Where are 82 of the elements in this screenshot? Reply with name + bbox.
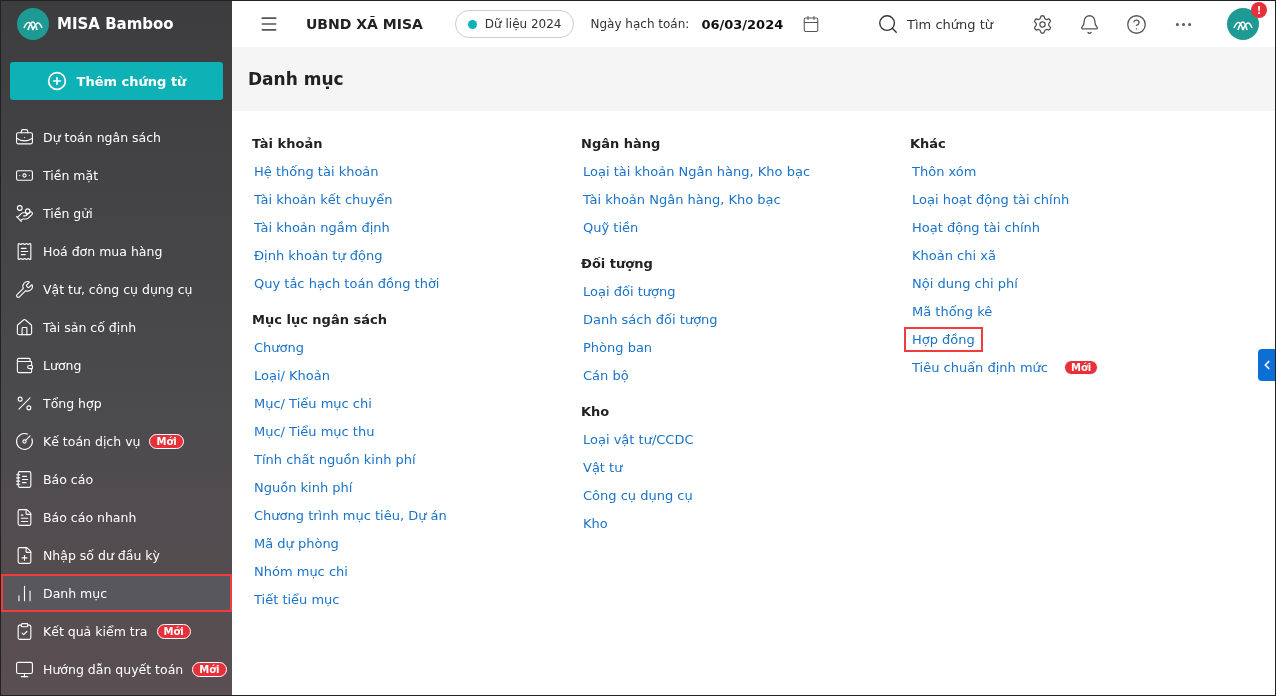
catalog-link[interactable]: Chương [246, 334, 312, 360]
catalog-link[interactable]: Thôn xóm [904, 158, 985, 184]
catalog-link[interactable]: Công cụ dụng cụ [575, 482, 701, 508]
page-title: Danh mục [248, 69, 344, 89]
catalog-link[interactable]: Mã dự phòng [246, 530, 347, 556]
catalog-link[interactable]: Tiết tiểu mục [246, 586, 348, 612]
sidebar-item-label: Dự toán ngân sách [43, 129, 161, 145]
catalog-link[interactable]: Loại/ Khoản [246, 362, 338, 388]
group-title: Đối tượng [581, 254, 654, 273]
sidebar-item[interactable]: Tài sản cố định [1, 308, 232, 346]
sidebar-item[interactable]: Hoá đơn mua hàng [1, 232, 232, 270]
sidebar-item[interactable]: Tiền mặt [1, 156, 232, 194]
catalog-link[interactable]: Loại hoạt động tài chính [904, 186, 1078, 212]
catalog-link[interactable]: Phòng ban [575, 334, 661, 360]
catalog-link[interactable]: Nhóm mục chi [246, 558, 356, 584]
catalog-link[interactable]: Vật tư [575, 454, 631, 480]
catalog-link[interactable]: Chương trình mục tiêu, Dự án [246, 502, 455, 528]
catalog-link[interactable]: Hoạt động tài chính [904, 214, 1049, 240]
posting-date: 06/03/2024 [701, 16, 784, 32]
catalog-link[interactable]: Nội dung chi phí [904, 270, 1026, 296]
catalog-link[interactable]: Danh sách đối tượng [575, 306, 726, 332]
catalog-link[interactable]: Mục/ Tiểu mục chi [246, 390, 380, 416]
sidebar-item[interactable]: Tiền gửi [1, 194, 232, 232]
sidebar-item[interactable]: Kết quả kiểm tra Mới [1, 612, 232, 650]
sidebar-item[interactable]: Lương [1, 346, 232, 384]
sidebar-item[interactable]: Nhập số dư đầu kỳ [1, 536, 232, 574]
group-title: Kho [581, 402, 611, 421]
search-voucher-button[interactable]: Tìm chứng từ [877, 13, 993, 35]
sidebar-item[interactable]: Dự toán ngân sách [1, 118, 232, 156]
catalog-link[interactable]: Loại đối tượng [575, 278, 684, 304]
sidebar-item[interactable]: Báo cáo nhanh [1, 498, 232, 536]
catalog-link[interactable]: Khoản chi xã [904, 242, 1004, 268]
sidebar-item-label: Danh mục [43, 585, 108, 601]
sidebar-item-label: Tiền gửi [43, 205, 93, 221]
sidebar-item-label: Hoá đơn mua hàng [43, 243, 163, 259]
sidebar-item-label: Kết quả kiểm tra [43, 623, 148, 639]
sidebar-item[interactable]: Báo cáo [1, 460, 232, 498]
sidebar-item-label: Vật tư, công cụ dụng cụ [43, 281, 193, 297]
new-badge: Mới [192, 661, 227, 677]
alert-badge: ! [1251, 2, 1267, 18]
catalog-link[interactable]: Hệ thống tài khoản [246, 158, 387, 184]
catalog-link[interactable]: Định khoản tự động [246, 242, 391, 268]
group-title: Khác [910, 134, 947, 153]
sidebar-item-label: Kế toán dịch vụ [43, 433, 141, 449]
sidebar-item-label: Hướng dẫn quyết toán [43, 661, 184, 677]
new-badge: Mới [149, 433, 184, 449]
sidebar-item-label: Tổng hợp [43, 395, 102, 411]
catalog-link[interactable]: Quỹ tiền [575, 214, 647, 240]
date-label: Ngày hạch toán: [590, 17, 690, 31]
add-voucher-button[interactable]: Thêm chứng từ [10, 62, 223, 100]
sidebar-item-label: Báo cáo nhanh [43, 509, 137, 525]
catalog-link[interactable]: Tính chất nguồn kinh phí [246, 446, 424, 472]
sidebar-item-label: Báo cáo [43, 471, 94, 487]
catalog-link[interactable]: Mục/ Tiểu mục thu [246, 418, 383, 444]
sidebar-item[interactable]: Kế toán dịch vụ Mới [1, 422, 232, 460]
sidebar-item-label: Nhập số dư đầu kỳ [43, 547, 160, 563]
catalog-link[interactable]: Hợp đồng [904, 326, 983, 352]
catalog-link[interactable]: Nguồn kinh phí [246, 474, 361, 500]
catalog-link[interactable]: Tiêu chuẩn định mức [904, 354, 1056, 380]
sidebar-item-label: Tiền mặt [43, 167, 99, 183]
group-title: Tài khoản [252, 134, 324, 153]
catalog-link[interactable]: Loại tài khoản Ngân hàng, Kho bạc [575, 158, 819, 184]
sidebar-item[interactable]: Vật tư, công cụ dụng cụ [1, 270, 232, 308]
sidebar-item[interactable]: Hướng dẫn quyết toán Mới [1, 650, 232, 688]
sidebar-item-label: Tài sản cố định [43, 319, 137, 335]
catalog-link[interactable]: Tài khoản Ngân hàng, Kho bạc [575, 186, 789, 212]
catalog-link[interactable]: Cán bộ [575, 362, 637, 388]
catalog-link[interactable]: Tài khoản kết chuyển [246, 186, 401, 212]
sidebar-item[interactable]: Danh mục [1, 574, 232, 612]
new-badge: Mới [156, 623, 191, 639]
sidebar-item[interactable]: Tổng hợp [1, 384, 232, 422]
group-title: Mục lục ngân sách [252, 310, 388, 329]
catalog-link[interactable]: Loại vật tư/CCDC [575, 426, 702, 452]
brand-name: MISA Bamboo [57, 15, 174, 33]
catalog-link[interactable]: Mã thống kê [904, 298, 1001, 324]
sidebar-item-label: Lương [43, 357, 82, 373]
catalog-link[interactable]: Tài khoản ngầm định [246, 214, 398, 240]
catalog-link[interactable]: Kho [575, 510, 616, 536]
new-badge: Mới [1064, 359, 1099, 375]
group-title: Ngân hàng [581, 134, 662, 153]
catalog-link[interactable]: Quy tắc hạch toán đồng thời [246, 270, 448, 296]
organization-name: UBND XÃ MISA [306, 16, 423, 32]
